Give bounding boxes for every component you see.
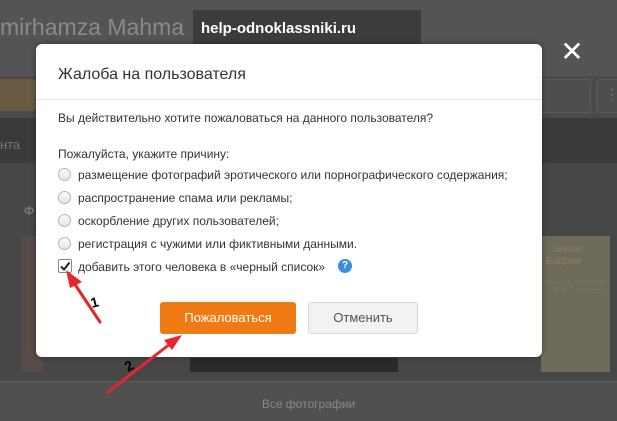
arrow-icon bbox=[106, 335, 182, 394]
annotation-layer: 1 2 bbox=[66, 270, 182, 394]
